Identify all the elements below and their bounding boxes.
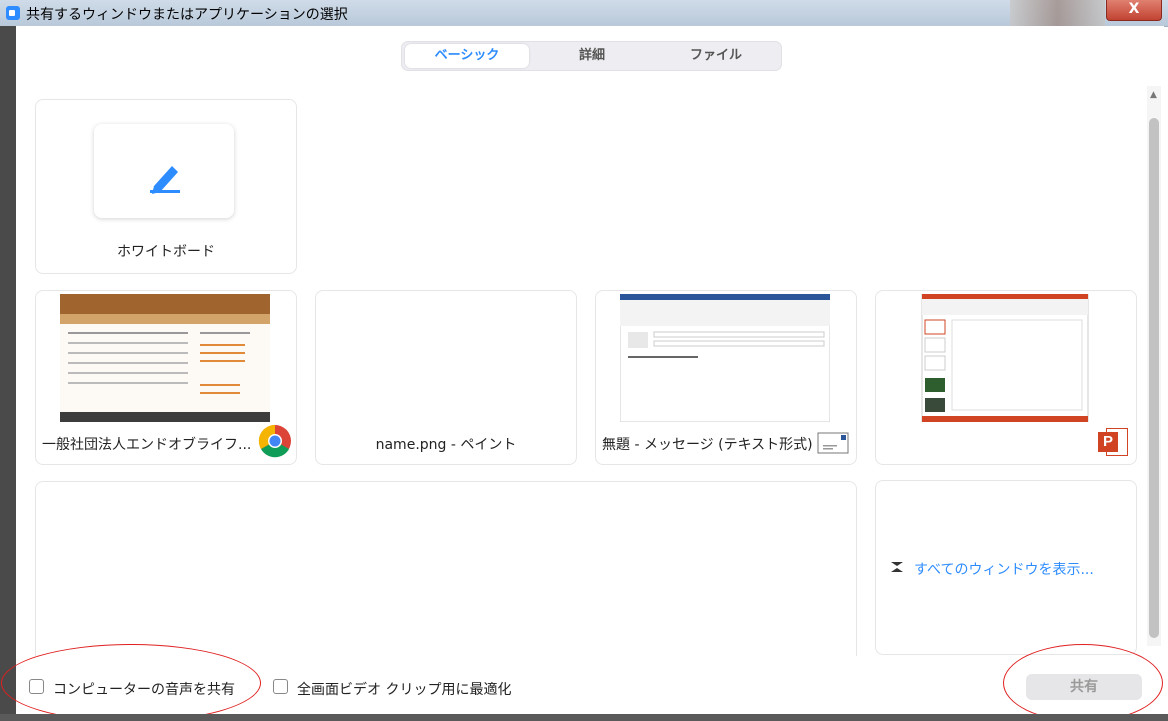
optimize-video-label: 全画面ビデオ クリップ用に最適化 [297,682,512,698]
whiteboard-card[interactable]: ホワイトボード [35,99,297,274]
scroll-up-arrow-icon[interactable]: ▲ [1150,90,1157,100]
window-left-edge [0,26,16,721]
close-button[interactable]: X [1106,0,1162,21]
tab-basic[interactable]: ベーシック [405,44,529,68]
window-thumbnail [921,294,1089,422]
window-thumbnail [620,294,830,422]
mail-icon [817,432,849,454]
tab-advanced[interactable]: 詳細 [530,44,654,68]
window-card-message[interactable]: 無題 - メッセージ (テキスト形式) [595,290,857,465]
show-all-windows-card[interactable]: すべてのウィンドウを表示... [875,480,1137,655]
share-audio-option[interactable]: コンピューターの音声を共有 [29,677,269,699]
zoom-app-icon [6,6,20,20]
share-button[interactable]: 共有 [1026,674,1142,700]
pen-icon [150,166,180,194]
window-title: 共有するウィンドウまたはアプリケーションの選択 [26,7,348,23]
window-thumbnail [60,294,270,422]
share-audio-label: コンピューターの音声を共有 [53,682,235,698]
powerpoint-icon-letter: P [1098,432,1118,452]
dialog-content: ベーシック 詳細 ファイル ホワイトボード 一般社団法人エンドオブライフ... … [16,26,1164,721]
background-photo [1010,0,1105,26]
window-card-paint[interactable]: name.png - ペイント [315,290,577,465]
optimize-video-checkbox[interactable] [273,679,288,694]
title-bar: 共有するウィンドウまたはアプリケーションの選択 X [0,0,1168,27]
whiteboard-preview [94,124,234,218]
share-dialog: 共有するウィンドウまたはアプリケーションの選択 X ベーシック 詳細 ファイル … [0,0,1168,721]
empty-window-area [35,481,857,656]
window-card-powerpoint[interactable]: P [875,290,1137,465]
window-card-chrome[interactable]: 一般社団法人エンドオブライフ... [35,290,297,465]
window-label: 一般社団法人エンドオブライフ... [42,437,252,453]
whiteboard-label: ホワイトボード [117,244,215,260]
show-all-windows-link[interactable]: すべてのウィンドウを表示... [914,559,1094,579]
window-label: name.png - ペイント [375,437,517,453]
tab-files[interactable]: ファイル [654,44,778,68]
tab-bar: ベーシック 詳細 ファイル [401,41,782,71]
chrome-icon [258,424,291,458]
window-label: 無題 - メッセージ (テキスト形式) [602,437,813,453]
bottom-edge [0,714,1168,721]
scrollbar-thumb[interactable] [1149,118,1159,638]
powerpoint-icon: P [1096,425,1130,459]
share-audio-checkbox[interactable] [29,679,44,694]
optimize-video-option[interactable]: 全画面ビデオ クリップ用に最適化 [273,677,553,699]
